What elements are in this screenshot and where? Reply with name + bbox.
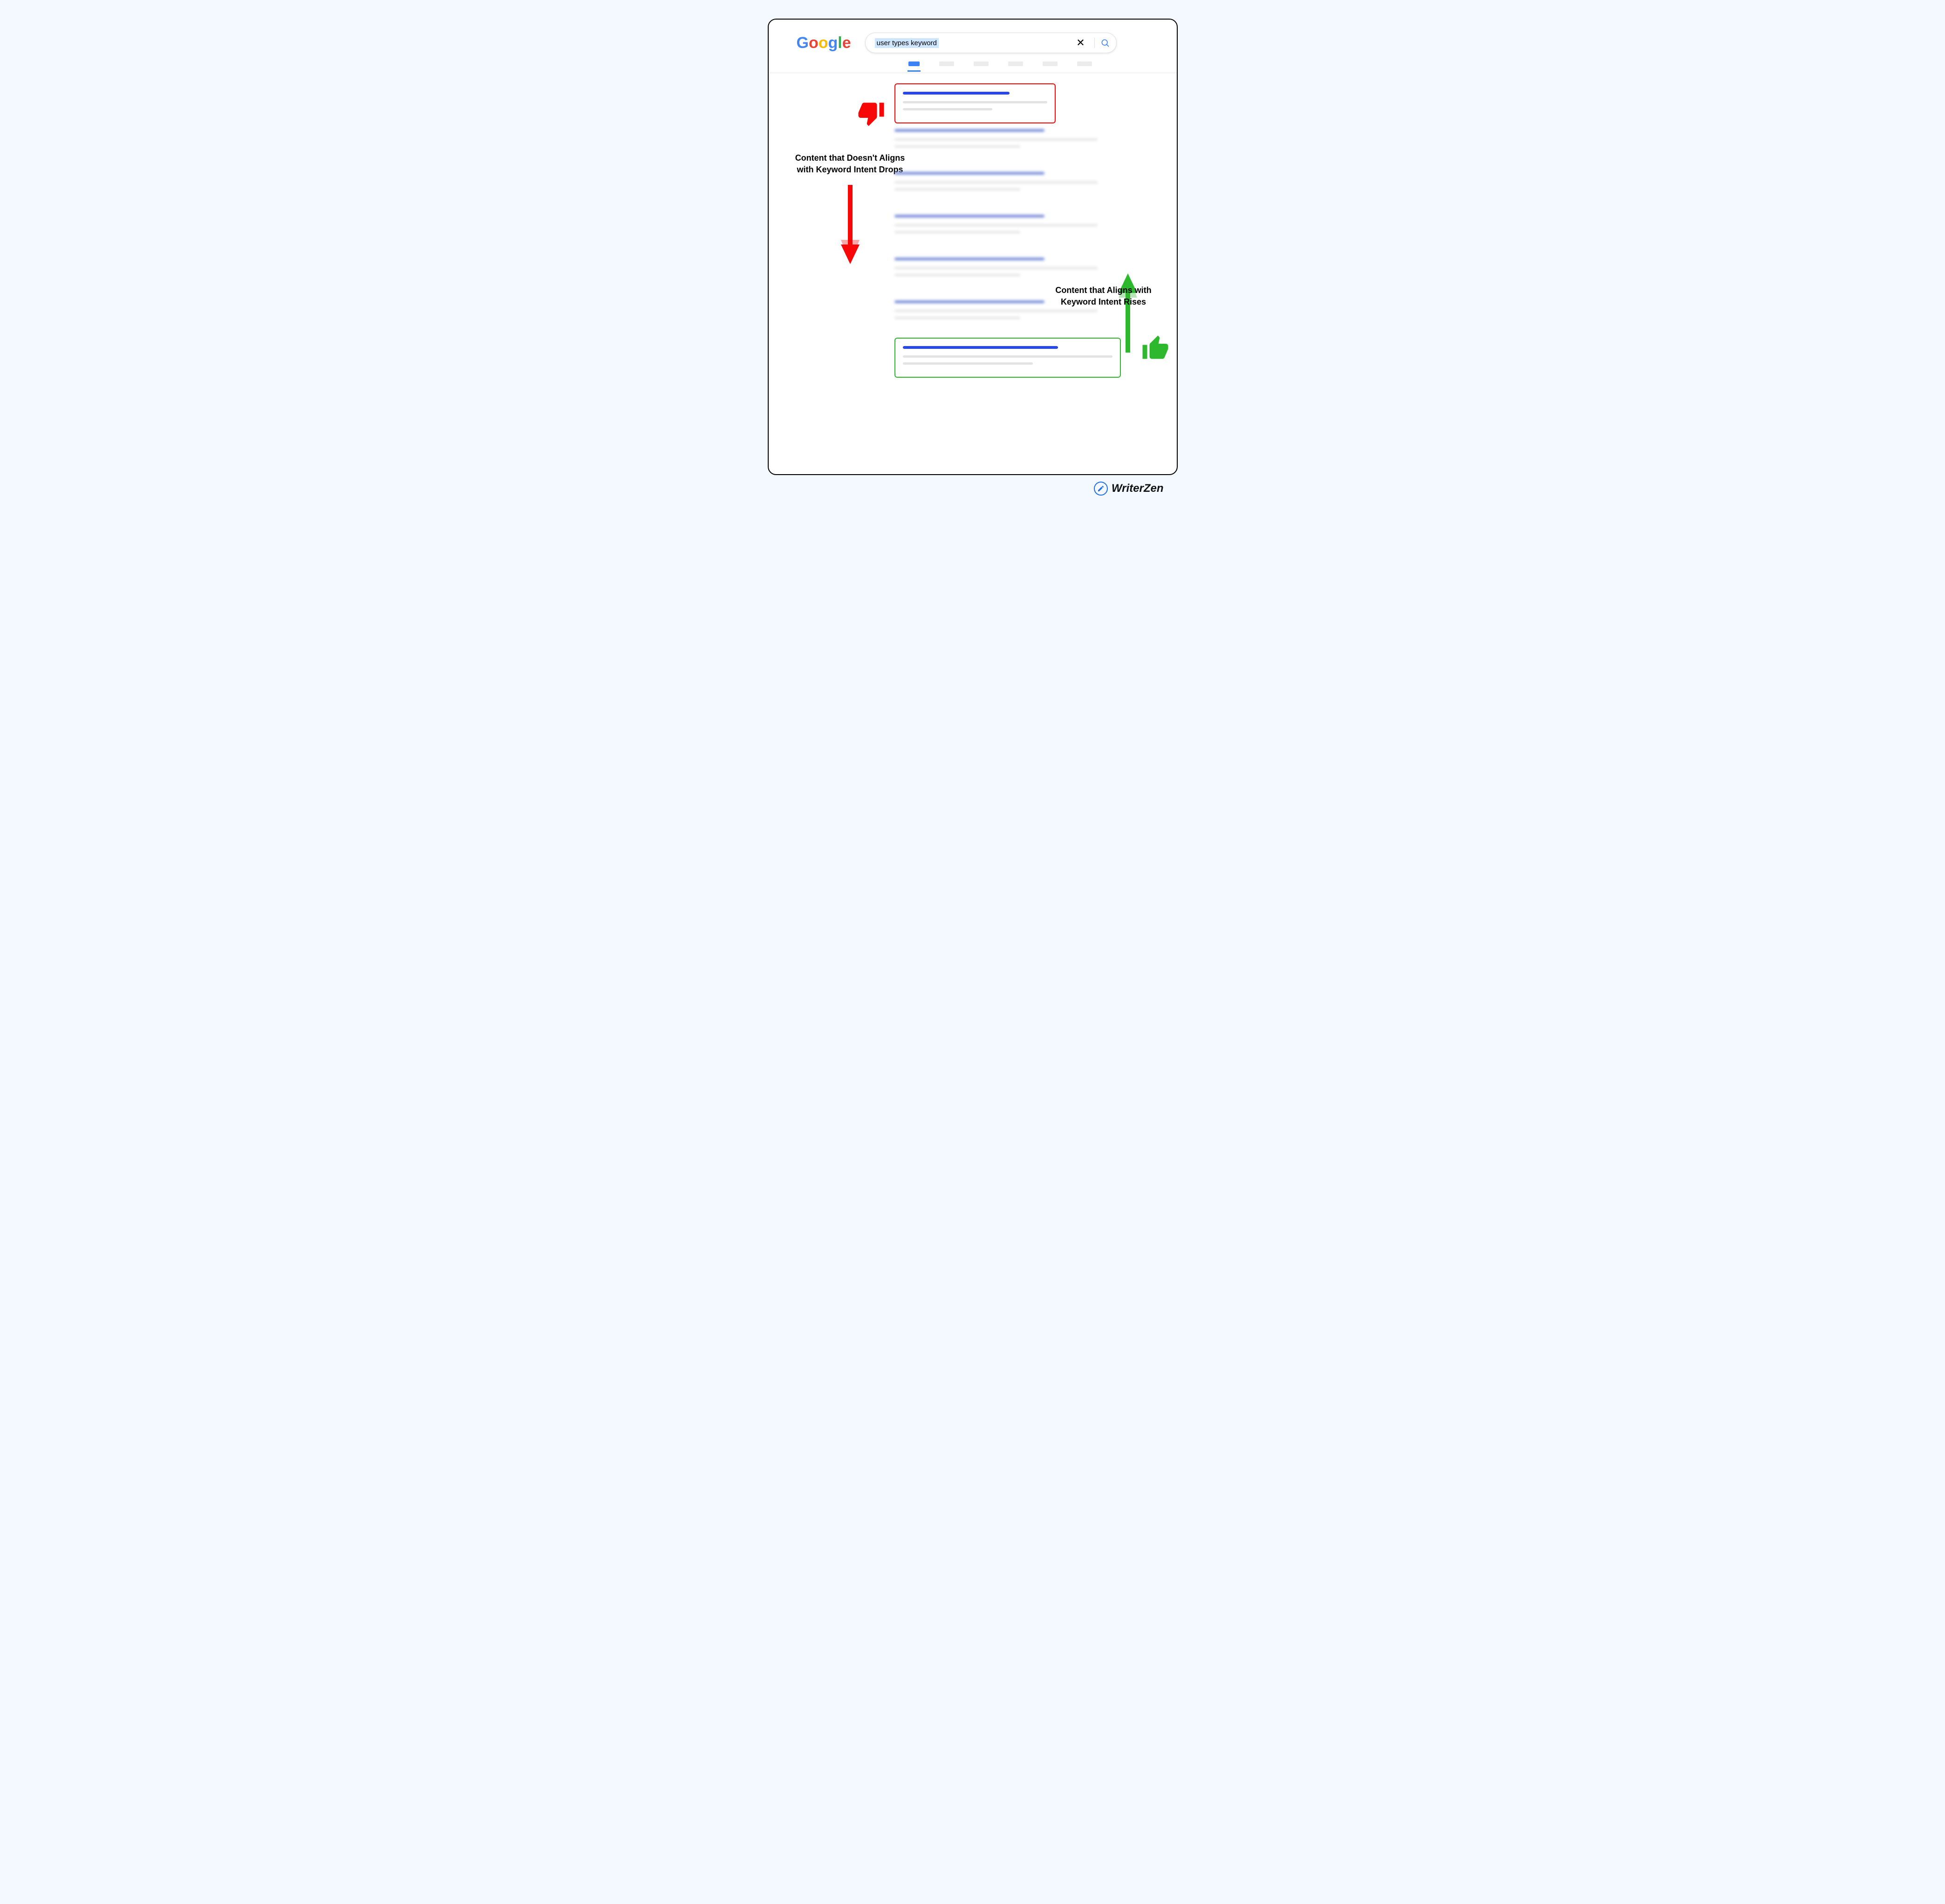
search-header: G o o g l e user types keyword ✕ (769, 33, 1177, 53)
search-icon[interactable] (1100, 38, 1110, 48)
search-input-wrap: user types keyword (875, 38, 1067, 48)
result-snippet (894, 317, 1020, 319)
search-divider (1094, 38, 1095, 48)
results-area: Content that Doesn't Aligns with Keyword… (769, 73, 1177, 378)
result-snippet (894, 231, 1020, 233)
result-snippet (903, 362, 1033, 365)
tab-item[interactable] (974, 61, 989, 66)
result-title (903, 346, 1058, 349)
clear-icon[interactable]: ✕ (1072, 38, 1088, 48)
result-title (894, 258, 1045, 260)
logo-g: G (797, 34, 809, 52)
result-title (894, 172, 1045, 175)
result-placeholder (894, 252, 1098, 288)
tab-item[interactable] (1043, 61, 1058, 66)
result-snippet (894, 188, 1020, 190)
result-snippet (903, 101, 1047, 103)
brand-footer: WriterZen (1094, 482, 1168, 496)
serp-window: G o o g l e user types keyword ✕ (768, 19, 1178, 475)
logo-e: e (842, 34, 851, 52)
logo-o2: o (819, 34, 828, 52)
thumbs-up-icon (1141, 334, 1169, 365)
result-placeholder (894, 166, 1098, 203)
result-snippet (894, 267, 1098, 269)
search-input[interactable]: user types keyword (875, 38, 939, 48)
result-placeholder (894, 123, 1098, 160)
tab-item[interactable] (1008, 61, 1023, 66)
result-title (894, 129, 1045, 132)
search-tabs (769, 53, 1177, 66)
result-good (894, 338, 1121, 378)
result-snippet (903, 355, 1112, 358)
logo-o1: o (809, 34, 819, 52)
result-snippet (894, 274, 1020, 276)
result-snippet (894, 138, 1098, 141)
brand-logo-icon (1094, 482, 1108, 496)
thumbs-down-icon (857, 99, 885, 129)
label-drops: Content that Doesn't Aligns with Keyword… (787, 152, 913, 176)
result-snippet (894, 310, 1098, 312)
tab-all[interactable] (908, 61, 920, 66)
result-snippet (894, 181, 1098, 184)
logo-l: l (838, 34, 842, 52)
result-snippet (894, 145, 1020, 148)
arrow-down-icon (839, 185, 862, 266)
label-rises: Content that Aligns with Keyword Intent … (1045, 285, 1162, 308)
result-title (894, 300, 1045, 303)
result-bad (894, 83, 1056, 123)
brand-name: WriterZen (1112, 482, 1164, 495)
logo-g2: g (828, 34, 838, 52)
result-title (894, 215, 1045, 218)
result-placeholder (894, 209, 1098, 245)
search-bar[interactable]: user types keyword ✕ (865, 33, 1117, 53)
result-snippet (903, 108, 992, 110)
tab-item[interactable] (1077, 61, 1092, 66)
result-snippet (894, 224, 1098, 226)
tab-item[interactable] (939, 61, 954, 66)
result-title (903, 92, 1010, 95)
google-logo: G o o g l e (797, 34, 851, 52)
